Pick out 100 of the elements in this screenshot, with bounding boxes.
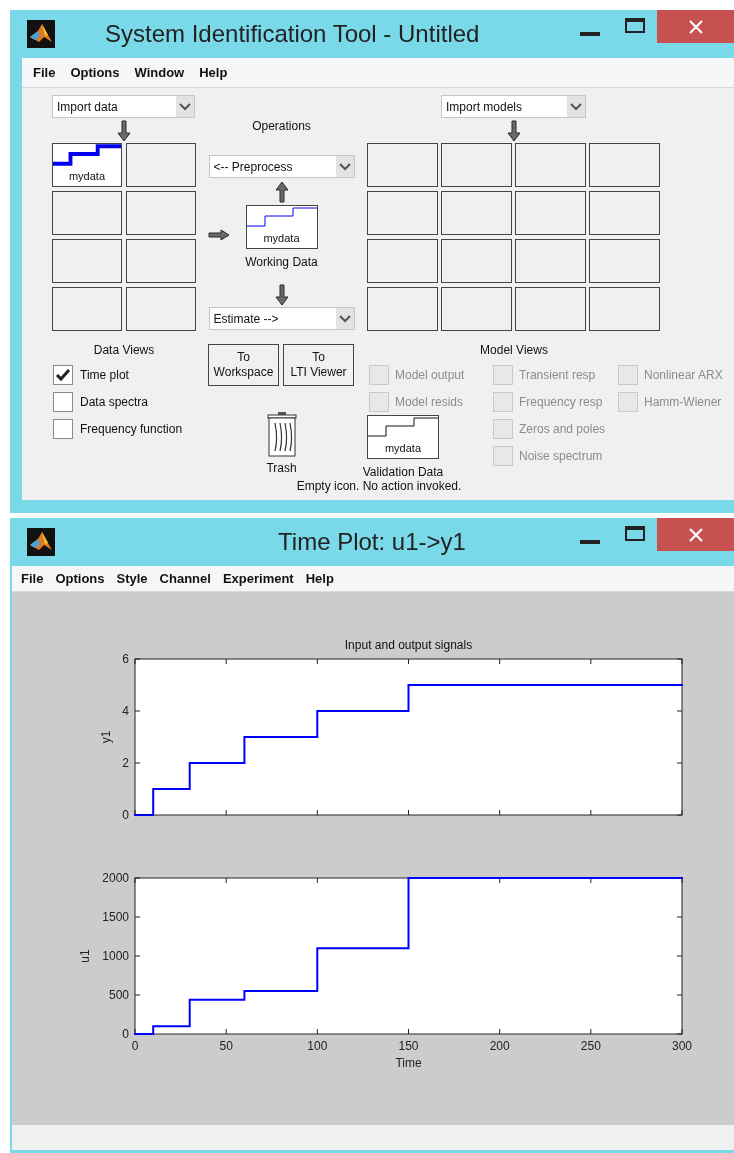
window-title: Time Plot: u1->y1 (278, 528, 466, 556)
axis-tick-label: 4 (122, 704, 129, 718)
empty-slot[interactable] (367, 143, 438, 187)
axis-label: Time (395, 1056, 422, 1070)
empty-slot[interactable] (441, 143, 512, 187)
slot-caption: Working Data (245, 255, 318, 269)
menu-item[interactable]: Experiment (216, 569, 300, 588)
empty-slot[interactable] (126, 287, 196, 331)
status-message: Empty icon. No action invoked. (296, 479, 462, 493)
validation-data-slot[interactable]: mydata (367, 415, 439, 459)
empty-slot[interactable] (52, 191, 122, 235)
section-label: Model Views (479, 343, 549, 357)
empty-slot[interactable] (515, 239, 586, 283)
import-models-dropdown[interactable]: Import models (441, 95, 586, 118)
axis-tick-label: 1500 (102, 910, 129, 924)
axis-tick-label: 250 (580, 1039, 601, 1053)
axis-tick-label: 6 (122, 652, 129, 666)
maximize-icon[interactable] (625, 526, 645, 541)
empty-slot[interactable] (367, 239, 438, 283)
close-button[interactable] (657, 10, 734, 43)
window-title: System Identification Tool - Untitled (105, 20, 480, 48)
empty-slot[interactable] (515, 287, 586, 331)
trash-label: Trash (266, 461, 297, 475)
empty-slot[interactable] (52, 239, 122, 283)
preprocess-dropdown[interactable]: <-- Preprocess (208, 155, 355, 178)
caret-icon (335, 156, 354, 177)
checkbox[interactable] (53, 392, 73, 412)
menu-item[interactable]: Options (64, 63, 126, 82)
menu-item[interactable]: Options (49, 569, 111, 588)
menu-item[interactable]: Channel (153, 569, 217, 588)
menu-item[interactable]: Help (193, 63, 234, 82)
section-label: Data Views (92, 343, 156, 357)
slot-label: mydata (67, 170, 107, 183)
axis-label: u1 (78, 949, 92, 963)
working-data-slot[interactable]: mydata (245, 205, 318, 249)
axis-tick-label: 150 (398, 1039, 419, 1053)
close-icon (687, 18, 704, 35)
caret-icon (176, 96, 194, 117)
empty-slot[interactable] (515, 191, 586, 235)
slot-caption: Validation Data (362, 465, 444, 479)
peak-logo-icon (27, 528, 55, 556)
down-arrow-icon (506, 119, 521, 142)
empty-slot[interactable] (441, 239, 512, 283)
empty-slot[interactable] (367, 191, 438, 235)
peak-logo-icon (27, 20, 55, 48)
empty-slot[interactable] (515, 143, 586, 187)
axis-tick-label: 300 (672, 1039, 692, 1053)
menu-item[interactable]: Help (299, 569, 340, 588)
down-arrow-icon (274, 284, 289, 306)
axis-tick-label: 0 (122, 1027, 129, 1041)
export-button[interactable]: To LTI Viewer (283, 344, 354, 386)
signal-thumbnail (53, 144, 121, 168)
empty-slot[interactable] (589, 191, 660, 235)
menu-item[interactable]: File (27, 63, 62, 82)
export-button[interactable]: To Workspace (208, 344, 279, 386)
signal-thumbnail (246, 206, 317, 230)
axis-tick-label: 50 (219, 1039, 233, 1053)
checkbox[interactable] (53, 419, 73, 439)
checkbox-label[interactable]: Frequency function (80, 422, 183, 436)
empty-slot[interactable] (589, 287, 660, 331)
close-button[interactable] (657, 518, 734, 551)
checkbox[interactable] (53, 365, 73, 385)
empty-slot[interactable] (589, 143, 660, 187)
checkbox-label[interactable]: Data spectra (80, 395, 149, 409)
maximize-icon[interactable] (625, 18, 645, 33)
caret-icon (335, 308, 354, 329)
data-slot[interactable]: mydata (52, 143, 122, 187)
axis-tick-label: 0 (131, 1039, 139, 1053)
axis-tick-label: 0 (122, 808, 129, 822)
section-label: Operations (252, 119, 311, 133)
menu-item[interactable]: Window (128, 63, 191, 82)
checkmark-icon (55, 368, 71, 382)
close-icon (687, 526, 704, 543)
empty-slot[interactable] (126, 143, 196, 187)
empty-slot[interactable] (126, 191, 196, 235)
estimate-dropdown[interactable]: Estimate --> (208, 307, 355, 330)
axis-tick-label: 2000 (102, 871, 129, 885)
axis-tick-label: 1000 (102, 949, 129, 963)
checkbox-label[interactable]: Time plot (80, 368, 129, 382)
empty-slot[interactable] (52, 287, 122, 331)
trash-can-icon[interactable] (265, 411, 298, 457)
empty-slot[interactable] (367, 287, 438, 331)
empty-slot[interactable] (441, 191, 512, 235)
chart-title: Input and output signals (344, 638, 473, 652)
axis-tick-label: 500 (108, 988, 129, 1002)
slot-label: mydata (383, 442, 423, 455)
menu-item[interactable]: Style (110, 569, 154, 588)
empty-slot[interactable] (126, 239, 196, 283)
empty-slot[interactable] (441, 287, 512, 331)
up-arrow-icon (274, 180, 289, 203)
axis-tick-label: 100 (307, 1039, 328, 1053)
empty-slot[interactable] (589, 239, 660, 283)
caret-icon (567, 96, 585, 117)
right-arrow-icon (208, 229, 230, 241)
signal-thumbnail (368, 416, 438, 440)
down-arrow-icon (117, 119, 131, 142)
axis-label: y1 (99, 730, 113, 744)
import-data-dropdown[interactable]: Import data (52, 95, 195, 118)
slot-label: mydata (262, 232, 301, 245)
menu-item[interactable]: File (15, 569, 50, 588)
